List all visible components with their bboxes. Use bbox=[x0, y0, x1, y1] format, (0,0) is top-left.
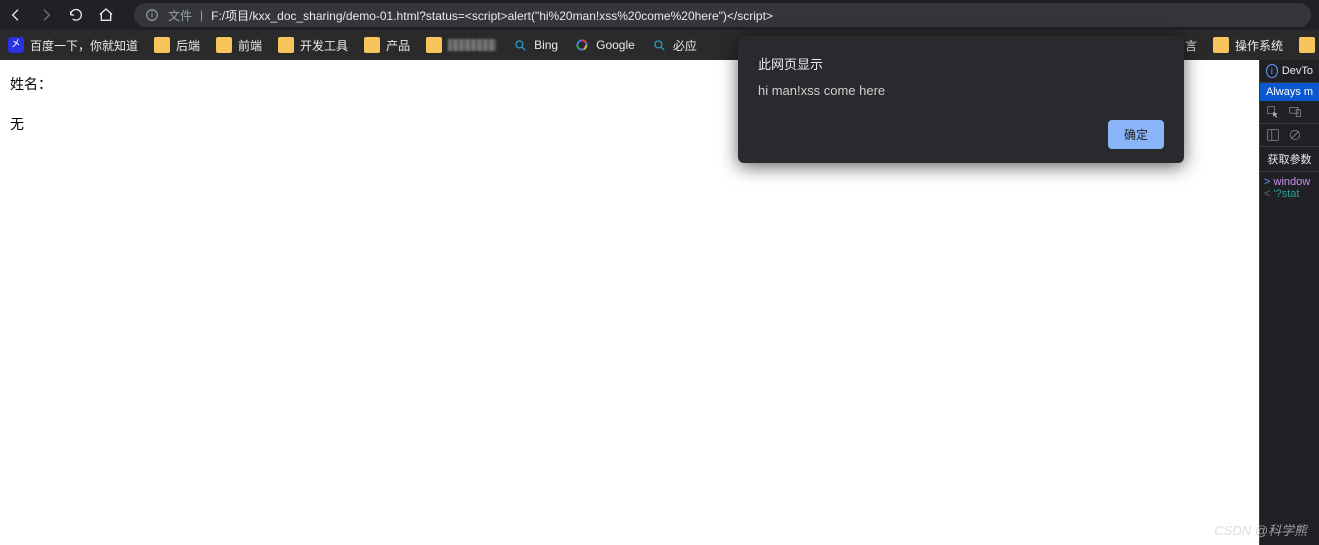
chevron-right-icon: > bbox=[1264, 176, 1270, 188]
alert-ok-button[interactable]: 确定 bbox=[1108, 120, 1164, 149]
console-line-2: < '?stat bbox=[1264, 188, 1315, 200]
baidu-icon: 㐅 bbox=[8, 37, 24, 53]
device-icon[interactable] bbox=[1288, 105, 1302, 119]
devtools-toolbar-2 bbox=[1260, 124, 1319, 147]
bookmark-label: 百度一下，你就知道 bbox=[30, 37, 138, 54]
bookmark-frontend[interactable]: 前端 bbox=[216, 37, 262, 54]
folder-icon bbox=[216, 37, 232, 53]
bookmark-label: 操作系统 bbox=[1235, 37, 1283, 54]
console-text: window bbox=[1274, 176, 1311, 188]
bookmark-label: 言 bbox=[1185, 37, 1197, 54]
url-field[interactable]: 文件 | F:/项目/kxx_doc_sharing/demo-01.html?… bbox=[134, 3, 1311, 27]
console-text: '?stat bbox=[1274, 188, 1300, 200]
folder-icon bbox=[154, 37, 170, 53]
javascript-alert: 此网页显示 hi man!xss come here 确定 bbox=[738, 36, 1184, 163]
folder-icon bbox=[278, 37, 294, 53]
pixelated-label bbox=[448, 39, 496, 51]
bookmark-google[interactable]: Google bbox=[574, 37, 635, 53]
bookmark-label: 前端 bbox=[238, 37, 262, 54]
console-line-1: > window bbox=[1264, 176, 1315, 188]
bookmark-right-yan[interactable]: 言 bbox=[1185, 37, 1197, 54]
devtools-toolbar-1 bbox=[1260, 101, 1319, 124]
alert-title: 此网页显示 bbox=[758, 54, 1164, 73]
bookmark-baidu[interactable]: 㐅 百度一下，你就知道 bbox=[8, 37, 138, 54]
back-button[interactable] bbox=[8, 7, 24, 23]
bing-icon bbox=[651, 37, 667, 53]
bookmark-bing[interactable]: Bing bbox=[512, 37, 558, 53]
bookmark-label: Bing bbox=[534, 38, 558, 52]
info-icon: i bbox=[1266, 64, 1278, 78]
url-separator: | bbox=[200, 8, 203, 22]
home-icon bbox=[98, 7, 114, 23]
bookmark-label: 后端 bbox=[176, 37, 200, 54]
reload-icon bbox=[68, 7, 84, 23]
reload-button[interactable] bbox=[68, 7, 84, 23]
clear-icon[interactable] bbox=[1288, 128, 1302, 142]
bing-icon bbox=[512, 37, 528, 53]
bookmark-product[interactable]: 产品 bbox=[364, 37, 410, 54]
devtools-header: i DevTo bbox=[1260, 60, 1319, 83]
folder-icon bbox=[364, 37, 380, 53]
bookmark-label: 开发工具 bbox=[300, 37, 348, 54]
arrow-left-icon bbox=[8, 7, 24, 23]
devtools-panel: i DevTo Always m 获取参数 > window < '?stat bbox=[1259, 60, 1319, 545]
forward-button[interactable] bbox=[38, 7, 54, 23]
devtools-title: DevTo bbox=[1282, 65, 1313, 77]
bookmark-backend[interactable]: 后端 bbox=[154, 37, 200, 54]
sidebar-icon[interactable] bbox=[1266, 128, 1280, 142]
bookmark-label: Google bbox=[596, 38, 635, 52]
home-button[interactable] bbox=[98, 7, 114, 23]
url-scheme-label: 文件 bbox=[168, 7, 192, 24]
devtools-tab[interactable]: 获取参数 bbox=[1260, 147, 1319, 172]
folder-icon bbox=[426, 37, 442, 53]
devtools-console[interactable]: > window < '?stat bbox=[1260, 172, 1319, 204]
browser-address-bar: 文件 | F:/项目/kxx_doc_sharing/demo-01.html?… bbox=[0, 0, 1319, 30]
google-icon bbox=[574, 37, 590, 53]
inspect-icon[interactable] bbox=[1266, 105, 1280, 119]
info-icon bbox=[144, 7, 160, 23]
bookmark-pixelated[interactable] bbox=[426, 37, 496, 53]
devtools-banner[interactable]: Always m bbox=[1260, 83, 1319, 101]
folder-icon bbox=[1299, 37, 1315, 53]
url-text: F:/项目/kxx_doc_sharing/demo-01.html?statu… bbox=[211, 7, 773, 24]
bookmark-os[interactable]: 操作系统 bbox=[1213, 37, 1283, 54]
alert-message: hi man!xss come here bbox=[758, 83, 1164, 98]
arrow-right-icon bbox=[38, 7, 54, 23]
bookmark-devtools[interactable]: 开发工具 bbox=[278, 37, 348, 54]
folder-icon bbox=[1213, 37, 1229, 53]
bookmark-biying[interactable]: 必应 bbox=[651, 37, 697, 54]
bookmark-label: 必应 bbox=[673, 37, 697, 54]
bookmark-label: 产品 bbox=[386, 37, 410, 54]
chevron-left-icon: < bbox=[1264, 188, 1270, 200]
